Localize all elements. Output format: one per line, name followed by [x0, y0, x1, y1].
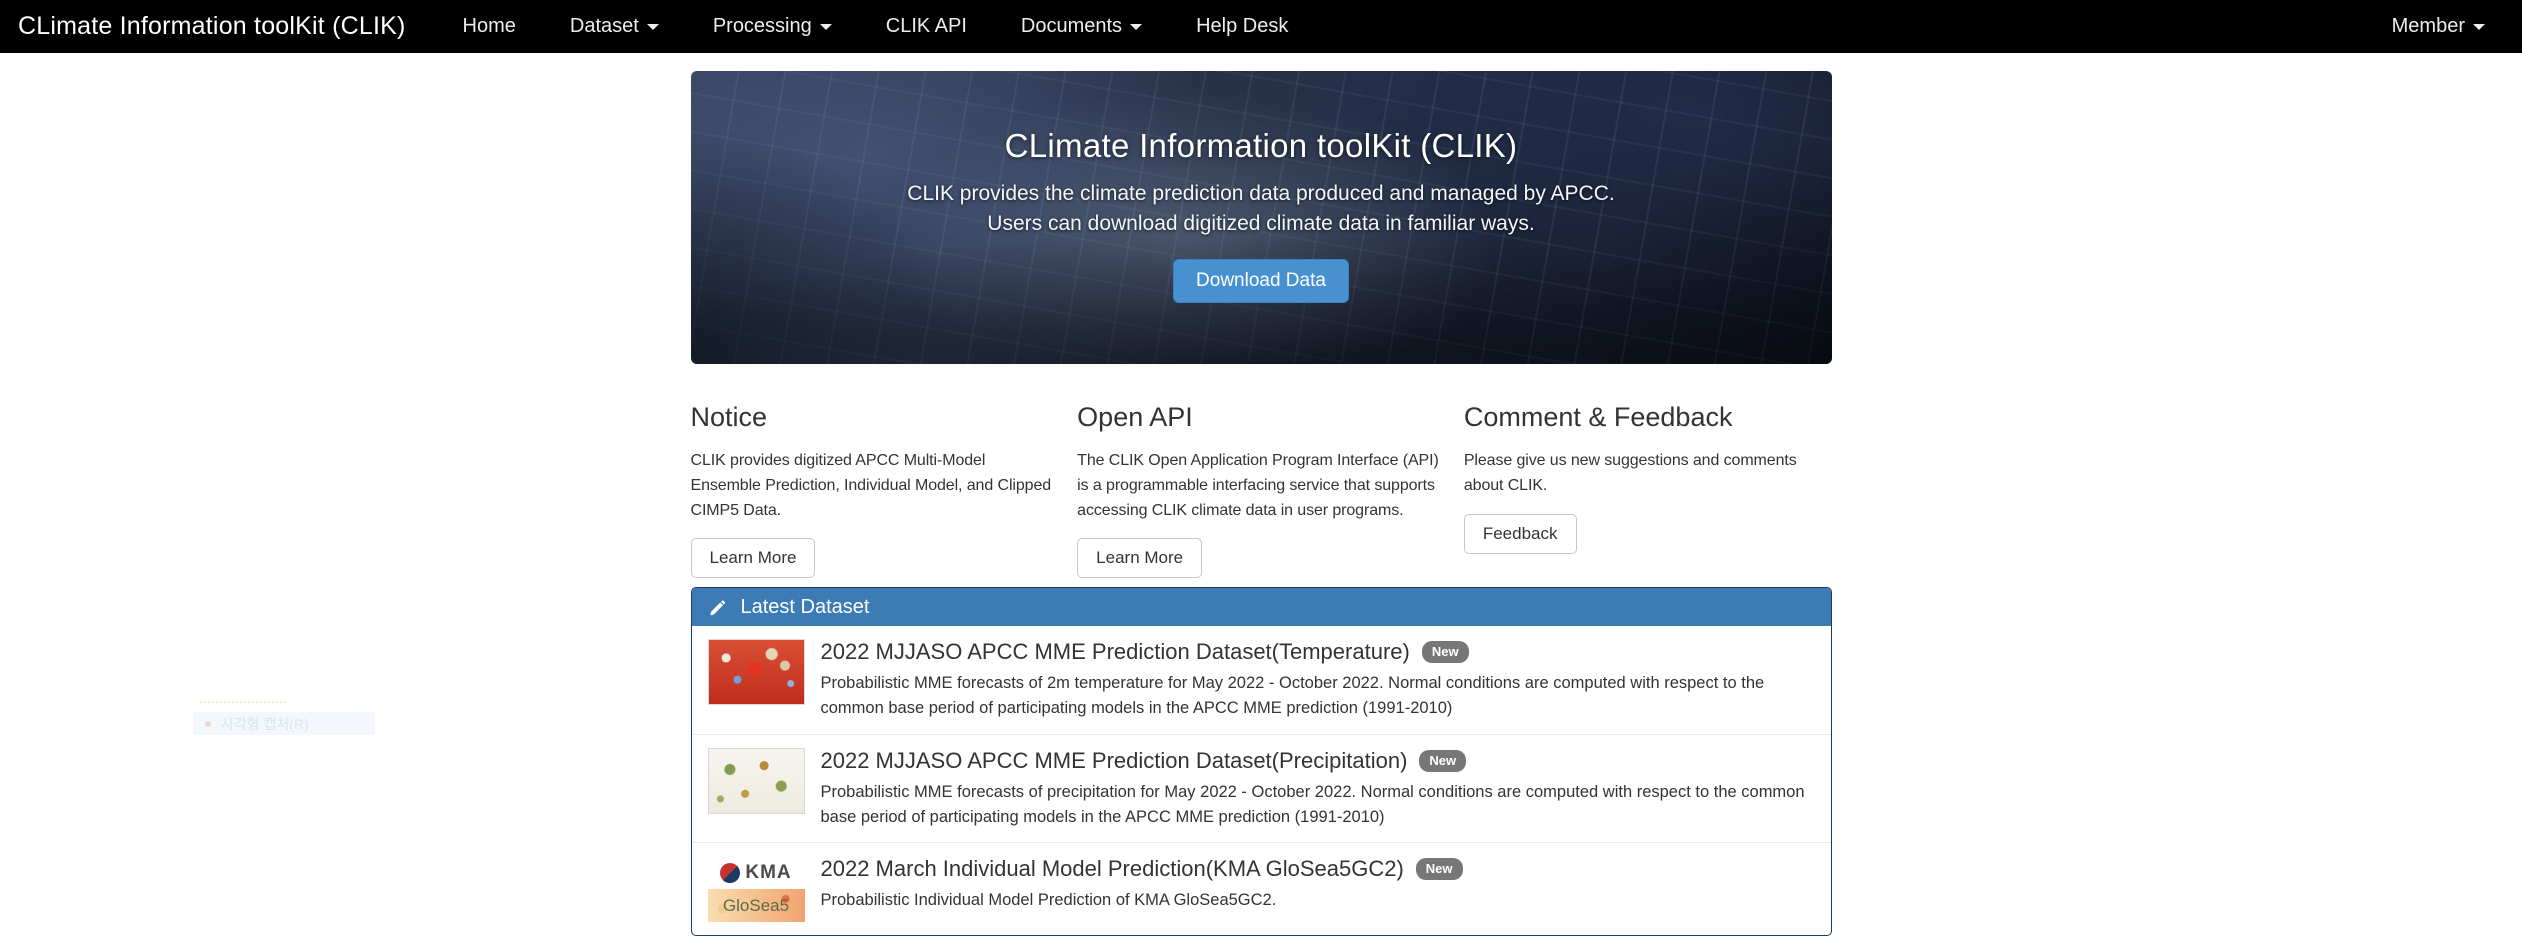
info-columns: Notice CLIK provides digitized APCC Mult… [691, 402, 1832, 578]
notice-learn-more-button[interactable]: Learn More [691, 538, 816, 578]
kma-glosea5-logo-thumbnail: KMA GloSea5 [708, 856, 805, 922]
feedback-button[interactable]: Feedback [1464, 514, 1577, 554]
pencil-icon [708, 598, 727, 617]
dataset-description: Probabilistic Individual Model Predictio… [821, 888, 1815, 913]
feedback-column: Comment & Feedback Please give us new su… [1464, 402, 1832, 578]
temperature-map-thumbnail [708, 639, 805, 705]
nav-item-dataset[interactable]: Dataset [543, 0, 686, 53]
nav-item-member[interactable]: Member [2365, 0, 2512, 53]
ghost-menu-label: 사각형 캡처(R) [221, 714, 309, 734]
open-api-text: The CLIK Open Application Program Interf… [1077, 449, 1445, 523]
kma-taegeuk-icon [720, 863, 740, 883]
nav-item-label: CLIK API [886, 15, 967, 38]
hero-title: CLimate Information toolKit (CLIK) [691, 127, 1832, 165]
notice-text: CLIK provides digitized APCC Multi-Model… [691, 449, 1059, 523]
new-badge: New [1416, 858, 1463, 880]
feedback-heading: Comment & Feedback [1464, 402, 1832, 433]
caret-down-icon [1130, 24, 1142, 30]
capture-marquee-fragment [200, 701, 286, 703]
ghost-menu-dot-icon [205, 721, 211, 727]
nav-item-processing[interactable]: Processing [686, 0, 859, 53]
open-api-learn-more-button[interactable]: Learn More [1077, 538, 1202, 578]
latest-dataset-list: 2022 MJJASO APCC MME Prediction Dataset(… [692, 626, 1831, 935]
nav-item-home[interactable]: Home [436, 0, 543, 53]
nav-item-label: Documents [1021, 15, 1122, 38]
nav-item-label: Member [2392, 15, 2465, 38]
kma-logo-text: KMA [745, 862, 791, 884]
dataset-item-temperature[interactable]: 2022 MJJASO APCC MME Prediction Dataset(… [692, 626, 1831, 734]
dataset-item-kma-glosea5[interactable]: KMA GloSea5 2022 March Individual Model … [692, 842, 1831, 935]
brand[interactable]: CLimate Information toolKit (CLIK) [0, 12, 436, 41]
hero-subtitle-line2: Users can download digitized climate dat… [691, 209, 1832, 239]
caret-down-icon [2473, 24, 2485, 30]
precipitation-map-thumbnail [708, 748, 805, 814]
glosea5-logo-text: GloSea5 [723, 896, 789, 916]
nav-item-label: Processing [713, 15, 812, 38]
dataset-title[interactable]: 2022 MJJASO APCC MME Prediction Dataset(… [821, 748, 1408, 774]
nav-item-help-desk[interactable]: Help Desk [1169, 0, 1315, 53]
notice-heading: Notice [691, 402, 1059, 433]
open-api-heading: Open API [1077, 402, 1445, 433]
hero-subtitle-line1: CLIK provides the climate prediction dat… [691, 179, 1832, 209]
dataset-item-precipitation[interactable]: 2022 MJJASO APCC MME Prediction Dataset(… [692, 734, 1831, 843]
new-badge: New [1419, 750, 1466, 772]
dataset-description: Probabilistic MME forecasts of 2m temper… [821, 671, 1815, 721]
dataset-title[interactable]: 2022 MJJASO APCC MME Prediction Dataset(… [821, 639, 1410, 665]
nav-item-label: Home [463, 15, 516, 38]
nav-item-label: Dataset [570, 15, 639, 38]
latest-dataset-title: Latest Dataset [741, 596, 870, 619]
nav-item-clik-api[interactable]: CLIK API [859, 0, 994, 53]
hero-banner: CLimate Information toolKit (CLIK) CLIK … [691, 71, 1832, 364]
hero-subtitle: CLIK provides the climate prediction dat… [691, 179, 1832, 239]
nav-links: Home Dataset Processing CLIK API Documen… [436, 0, 1316, 53]
feedback-text: Please give us new suggestions and comme… [1464, 449, 1832, 499]
dataset-title[interactable]: 2022 March Individual Model Prediction(K… [821, 856, 1404, 882]
caret-down-icon [820, 24, 832, 30]
latest-dataset-panel: Latest Dataset 2022 MJJASO APCC MME Pred… [691, 587, 1832, 936]
download-data-button[interactable]: Download Data [1173, 259, 1349, 303]
notice-column: Notice CLIK provides digitized APCC Mult… [691, 402, 1059, 578]
new-badge: New [1422, 641, 1469, 663]
latest-dataset-header: Latest Dataset [692, 588, 1831, 626]
open-api-column: Open API The CLIK Open Application Progr… [1077, 402, 1445, 578]
screen-capture-ghost-overlay: 사각형 캡처(R) [193, 712, 375, 735]
top-navbar: CLimate Information toolKit (CLIK) Home … [0, 0, 2522, 53]
nav-item-documents[interactable]: Documents [994, 0, 1169, 53]
caret-down-icon [647, 24, 659, 30]
dataset-description: Probabilistic MME forecasts of precipita… [821, 780, 1815, 830]
nav-right: Member [2365, 0, 2522, 53]
nav-item-label: Help Desk [1196, 15, 1288, 38]
